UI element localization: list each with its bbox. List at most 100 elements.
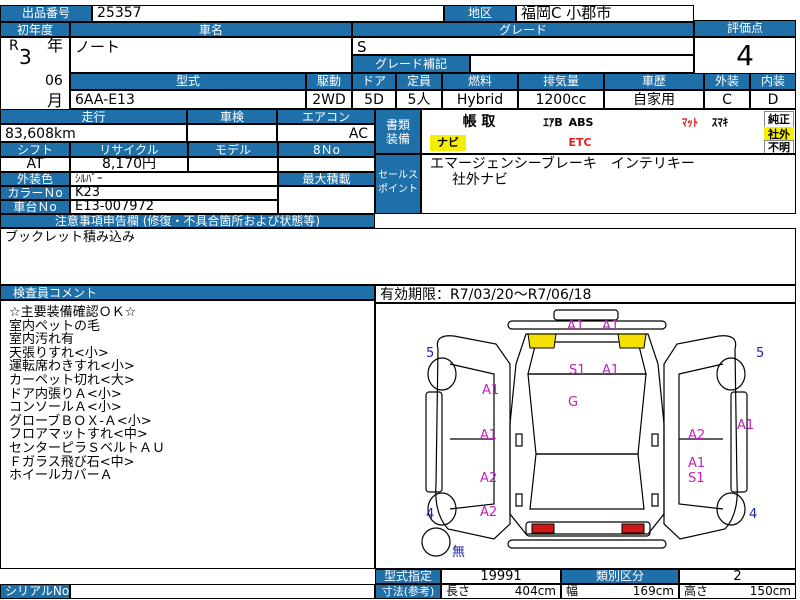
mark-hood-1: S1 <box>569 363 586 378</box>
length: 404cm <box>514 584 556 598</box>
tire-fl: 5 <box>426 346 435 361</box>
shift-label: シフト <box>0 142 70 157</box>
length-label: 長さ <box>446 584 471 598</box>
model-label: モデル <box>188 142 278 157</box>
inspector-label: 検査員コメント <box>0 285 375 300</box>
inspector-comments: ☆主要装備確認ＯＫ☆ 室内ペットの毛 室内汚れ有 天張りすれ<小> 運転席わきす… <box>0 300 375 569</box>
chassis: E13-007972 <box>70 200 278 214</box>
max-load <box>278 186 375 214</box>
cc-label: 排気量 <box>518 73 604 90</box>
comment-line: グローブＢＯＸ-Ａ<小> <box>9 413 152 429</box>
eight-no <box>278 157 375 172</box>
mark-hood-2: A1 <box>602 363 620 378</box>
comment-line: ホイールカバーＡ <box>9 468 113 484</box>
drive: 2WD <box>306 90 352 109</box>
comment-line: コンソールＡ<小> <box>9 400 122 416</box>
lot-no-label: 出品番号 <box>0 5 92 22</box>
car-outline <box>421 309 748 557</box>
drive-label: 駆動 <box>306 73 352 90</box>
equip-item-airbag: ｴｱB <box>540 115 566 131</box>
inspection <box>187 124 277 142</box>
first-reg-box: R 3 年 06 月 <box>0 37 70 119</box>
max-load-label: 最大積載 <box>278 172 375 186</box>
width-label: 幅 <box>566 584 579 598</box>
equip-item-etc: ETC <box>562 135 598 151</box>
mark-left-door-rear: A2 <box>480 471 498 486</box>
shift: AT <box>0 157 70 172</box>
tire-fr: 5 <box>756 346 765 361</box>
ext: C <box>704 90 750 109</box>
equip-item-mat: ﾏｯﾄ <box>676 115 704 131</box>
mileage: 83,608km <box>0 124 187 142</box>
mark-left-quarter: A2 <box>480 505 498 520</box>
first-reg-label: 初年度 <box>0 22 70 37</box>
validity: 有効期限：R7/03/20〜R7/06/18 <box>375 285 796 303</box>
score-label: 評価点 <box>694 20 796 37</box>
spare-tire-label: 無 <box>452 545 466 560</box>
ext-label: 外装 <box>704 73 750 90</box>
fuel-label: 燃料 <box>442 73 518 90</box>
sales-point-line1: エマージェンシーブレーキ インテリキー <box>430 156 695 172</box>
lot-no: 25357 <box>92 5 444 22</box>
height: 150cm <box>749 584 791 598</box>
height-label: 高さ <box>684 584 709 598</box>
comment-line: カーペット切れ<大> <box>9 372 135 388</box>
sales-point-line2: 社外ナビ <box>452 172 508 188</box>
model <box>188 157 278 172</box>
month-kanji: 月 <box>47 91 64 110</box>
comment-line: Ｆガラス飛び石<中> <box>9 454 135 470</box>
category-label: 類別区分 <box>561 569 679 584</box>
fuel: Hybrid <box>442 90 518 109</box>
eight-no-label: 8Ｎo <box>278 142 375 157</box>
equipment-label-line2: 装備 <box>385 132 410 146</box>
area: 福岡C 小郡市 <box>516 5 694 22</box>
comment-line: ☆主要装備確認ＯＫ☆ <box>9 305 137 320</box>
door: 5D <box>352 90 396 109</box>
area-label: 地区 <box>444 5 516 22</box>
model-name-label: 車名 <box>70 22 352 37</box>
notes-text: ブックレット積み込み <box>0 228 796 285</box>
equip-item-docs: 帳 取 <box>452 114 506 130</box>
mark-right-fender: A1 <box>737 418 755 433</box>
serial-label: シリアルNo <box>0 584 70 599</box>
year-num: 3 <box>19 45 32 69</box>
car-diagram: 5 5 4 4 無 A1 A1 S1 A1 G A1 A1 A2 A2 A1 A… <box>375 303 796 569</box>
type-approval: 19991 <box>441 569 561 584</box>
grade-supp-label: グレード補記 <box>352 55 470 73</box>
mark-right-door-rear-2: S1 <box>688 471 705 486</box>
recycle-label: リサイクル <box>70 142 188 157</box>
seats: 5人 <box>396 90 442 109</box>
equipment-label-line1: 書類 <box>385 118 410 132</box>
equipment-label: 書類 装備 <box>375 109 421 154</box>
comment-line: 室内汚れ有 <box>9 332 75 348</box>
category: 2 <box>679 569 796 584</box>
notes-label: 注意事項申告欄 (修復・不具合箇所および状態等) <box>0 214 375 228</box>
seats-label: 定員 <box>396 73 442 90</box>
type-approval-label: 型式指定 <box>375 569 441 584</box>
mark-right-door-rear-1: A1 <box>688 456 706 471</box>
type: 6AA-E13 <box>70 90 306 109</box>
equip-item-abs: ABS <box>568 115 594 131</box>
sales-point-label-line1: セールス <box>378 170 418 181</box>
comment-line: センターピラＳベルトＡＵ <box>9 440 166 456</box>
width-cell: 幅 169cm <box>561 584 679 599</box>
sales-point-label-line2: ポイント <box>378 184 418 195</box>
chassis-label: 車台Ｎo <box>0 200 70 214</box>
grade-label: グレード <box>352 22 694 37</box>
length-cell: 長さ 404cm <box>441 584 561 599</box>
usage: 自家用 <box>604 90 704 109</box>
mark-roof-front-2: A1 <box>602 319 620 334</box>
comment-line: フロアマットすれ<中> <box>9 427 148 443</box>
mark-roof-front-1: A1 <box>567 319 585 334</box>
type-label: 型式 <box>70 73 306 90</box>
sales-point-label: セールス ポイント <box>375 154 421 214</box>
mark-left-fender: A1 <box>482 383 500 398</box>
door-label: ドア <box>352 73 396 90</box>
inspection-label: 車検 <box>187 109 277 124</box>
comment-line: 運転席わきすれ<小> <box>9 359 135 375</box>
comment-line: ドア内張りＡ<小> <box>9 386 122 402</box>
model-name: ノート <box>70 37 352 73</box>
equipment-area: 帳 取 ｴｱB ABS ﾏｯﾄ ｽﾏｷ 純正 社外 不明 ナビ ETC <box>421 109 796 154</box>
color-no-label: カラーＮo <box>0 186 70 200</box>
mark-right-door-front: A2 <box>688 428 706 443</box>
